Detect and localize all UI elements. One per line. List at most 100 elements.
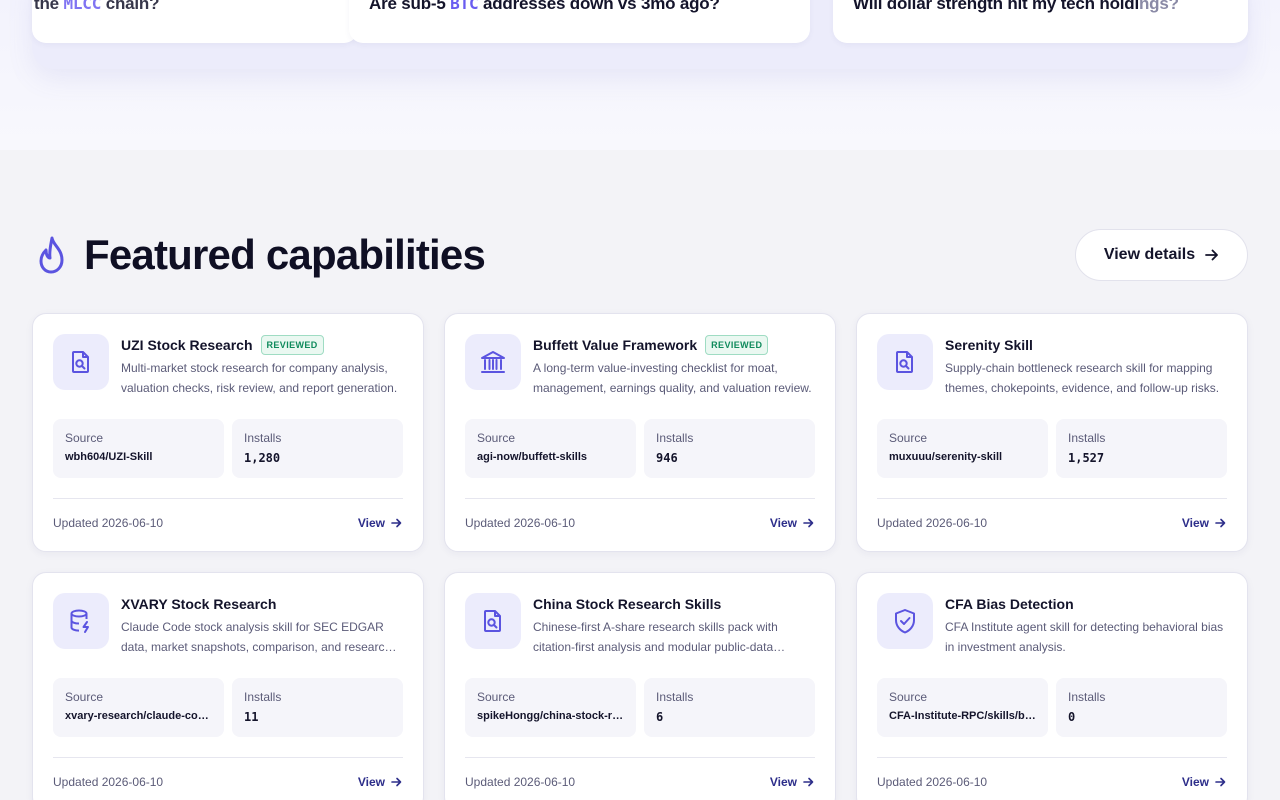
card-title: UZI Stock Research [121, 337, 253, 353]
file-search-icon [877, 334, 933, 390]
installs-label: Installs [244, 431, 282, 445]
capability-card[interactable]: CFA Bias Detection CFA Institute agent sk… [856, 572, 1248, 800]
updated-date: Updated 2026-06-10 [877, 516, 988, 530]
card-title: China Stock Research Skills [533, 596, 722, 612]
example-question-card[interactable]: the MLCC chain? [32, 0, 358, 43]
view-label: View [357, 775, 385, 789]
source-label: Source [65, 431, 104, 445]
card-description: CFA Institute agent skill for detecting … [945, 620, 1224, 654]
card-divider [465, 498, 815, 499]
installs-box: Installs 1,527 [1056, 419, 1227, 478]
updated-date: Updated 2026-06-10 [465, 516, 576, 530]
database-bolt-icon [53, 593, 109, 649]
installs-value: 1,280 [244, 451, 281, 465]
installs-box: Installs 6 [644, 678, 815, 737]
card-description: A long-term value-investing checklist fo… [533, 361, 812, 395]
installs-label: Installs [1068, 431, 1106, 445]
view-link[interactable]: View [1182, 775, 1226, 789]
arrow-right-icon [391, 777, 402, 787]
updated-date: Updated 2026-06-10 [465, 775, 576, 789]
source-label: Source [477, 431, 516, 445]
source-box: Source xvary-research/claude-code-stock-a… [53, 678, 224, 737]
source-label: Source [65, 690, 104, 704]
view-link[interactable]: View [770, 516, 814, 530]
bank-icon [465, 334, 521, 390]
arrow-right-icon [391, 518, 402, 528]
installs-value: 0 [1068, 710, 1076, 724]
example-question-card[interactable]: Are sub-5 BTC addresses down vs 3mo ago? [349, 0, 810, 43]
source-box: Source spikeHongg/china-stock-research-sk… [465, 678, 636, 737]
updated-date: Updated 2026-06-10 [53, 516, 164, 530]
updated-date: Updated 2026-06-10 [53, 775, 164, 789]
capability-card[interactable]: XVARY Stock Research Claude Code stock an… [32, 572, 424, 800]
installs-value: 6 [656, 710, 664, 724]
card-divider [877, 498, 1227, 499]
installs-label: Installs [656, 431, 694, 445]
source-label: Source [889, 431, 928, 445]
arrow-right-icon [1215, 518, 1226, 528]
source-label: Source [477, 690, 516, 704]
card-title: XVARY Stock Research [121, 596, 277, 612]
view-link[interactable]: View [770, 775, 814, 789]
source-value: muxuuu/serenity-skill [889, 451, 1003, 463]
source-value: CFA-Institute-RPC/skills/bias-detection [889, 710, 1036, 722]
capability-card[interactable]: Buffett Value Framework REVIEWED A long-te… [444, 313, 836, 552]
reviewed-badge: REVIEWED [260, 335, 324, 355]
capability-card[interactable]: UZI Stock Research REVIEWED Multi-market s… [32, 313, 424, 552]
card-description: Chinese-first A-share research skills pa… [533, 620, 778, 654]
source-value: wbh604/UZI-Skill [65, 451, 153, 463]
card-description: Multi-market stock research for company … [121, 361, 398, 395]
updated-date: Updated 2026-06-10 [877, 775, 988, 789]
source-value: agi-now/buffett-skills [477, 451, 587, 463]
source-value: xvary-research/claude-code-stock-analysi… [65, 710, 212, 722]
view-label: View [769, 516, 797, 530]
view-link[interactable]: View [358, 516, 402, 530]
ticker-highlight: BTC [450, 0, 479, 13]
installs-label: Installs [1068, 690, 1106, 704]
source-value: spikeHongg/china-stock-research-skills [477, 710, 624, 722]
installs-value: 1,527 [1068, 451, 1105, 465]
arrow-right-icon [1215, 777, 1226, 787]
card-title: Buffett Value Framework [533, 337, 698, 353]
view-label: View [1181, 775, 1209, 789]
card-description: Claude Code stock analysis skill for SEC… [121, 620, 392, 654]
view-details-button[interactable]: View details [1075, 229, 1248, 281]
view-link[interactable]: View [358, 775, 402, 789]
view-details-label: View details [1103, 246, 1196, 263]
card-divider [877, 757, 1227, 758]
card-title: CFA Bias Detection [945, 596, 1074, 612]
flame-icon [39, 236, 64, 274]
view-link[interactable]: View [1182, 516, 1226, 530]
file-search-icon [53, 334, 109, 390]
card-divider [53, 757, 403, 758]
view-label: View [357, 516, 385, 530]
card-divider [465, 757, 815, 758]
installs-box: Installs 946 [644, 419, 815, 478]
example-question-card[interactable]: Will dollar strength hit my tech holding… [833, 0, 1248, 43]
installs-box: Installs 0 [1056, 678, 1227, 737]
card-description: Supply-chain bottleneck research skill f… [945, 361, 1220, 395]
arrow-right-icon [803, 518, 814, 528]
view-label: View [769, 775, 797, 789]
source-label: Source [889, 690, 928, 704]
shield-check-icon [877, 593, 933, 649]
card-divider [53, 498, 403, 499]
source-box: Source CFA-Institute-RPC/skills/bias-dete… [877, 678, 1048, 737]
section-title: Featured capabilities [84, 231, 486, 278]
reviewed-badge: REVIEWED [705, 335, 769, 355]
installs-box: Installs 11 [232, 678, 403, 737]
source-box: Source agi-now/buffett-skills [465, 419, 636, 478]
capability-card[interactable]: China Stock Research Skills Chinese-first… [444, 572, 836, 800]
featured-capabilities-header: Featured capabilities View details [32, 228, 1248, 282]
installs-value: 946 [656, 451, 678, 465]
view-label: View [1181, 516, 1209, 530]
card-title: Serenity Skill [945, 337, 1033, 353]
source-box: Source muxuuu/serenity-skill [877, 419, 1048, 478]
installs-label: Installs [656, 690, 694, 704]
file-search-icon [465, 593, 521, 649]
installs-value: 11 [244, 710, 259, 724]
arrow-right-icon [803, 777, 814, 787]
capability-card[interactable]: Serenity Skill Supply-chain bottleneck re… [856, 313, 1248, 552]
installs-box: Installs 1,280 [232, 419, 403, 478]
installs-label: Installs [244, 690, 282, 704]
